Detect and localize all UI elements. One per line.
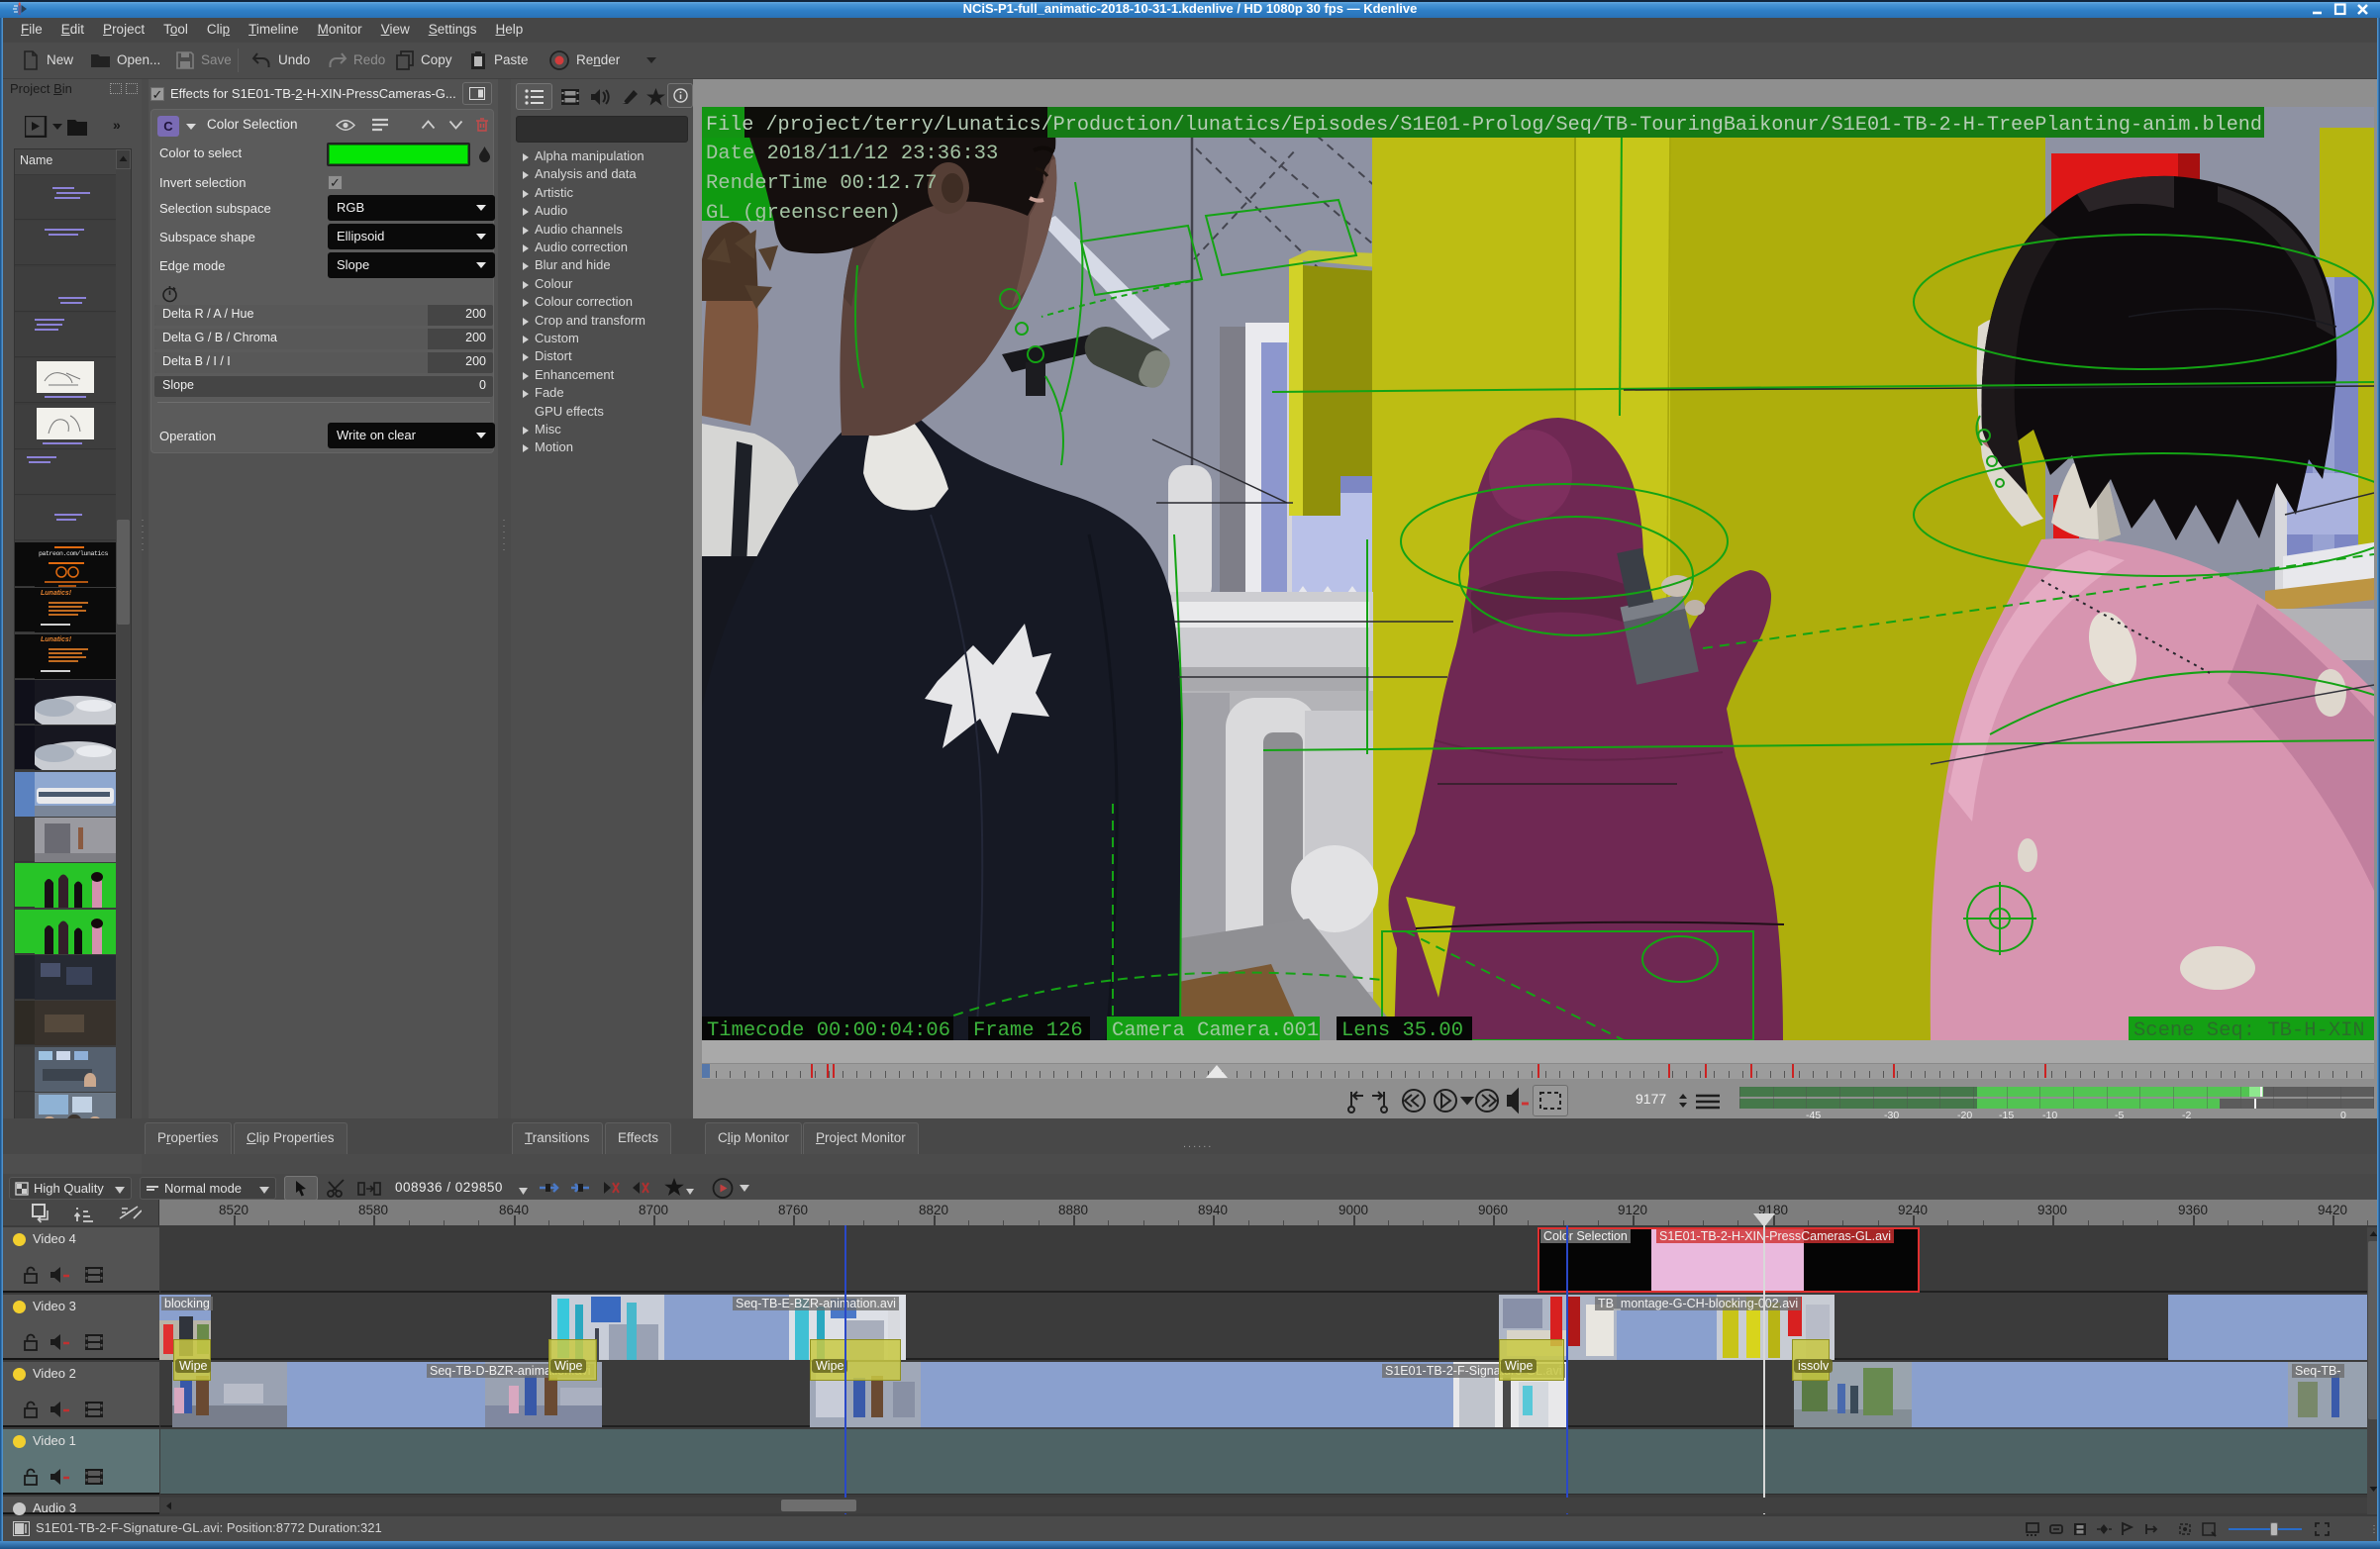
svg-text:GL (greenscreen): GL (greenscreen) [706, 202, 901, 225]
svg-text:Date 2018/11/12 23:36:33: Date 2018/11/12 23:36:33 [706, 143, 998, 165]
svg-text:Camera Camera.001: Camera Camera.001 [1112, 1019, 1319, 1040]
svg-text:Scene Seq: TB-H-XIN: Scene Seq: TB-H-XIN [2133, 1019, 2365, 1040]
svg-text:File /project/terry/Lunatics/P: File /project/terry/Lunatics/Production/… [706, 114, 2262, 137]
svg-text:Lens 35.00: Lens 35.00 [1341, 1019, 1463, 1040]
svg-text:Timecode 00:00:04:06: Timecode 00:00:04:06 [707, 1019, 950, 1040]
svg-text:RenderTime 00:12.77: RenderTime 00:12.77 [706, 172, 938, 195]
svg-text:Frame 126: Frame 126 [973, 1019, 1083, 1040]
